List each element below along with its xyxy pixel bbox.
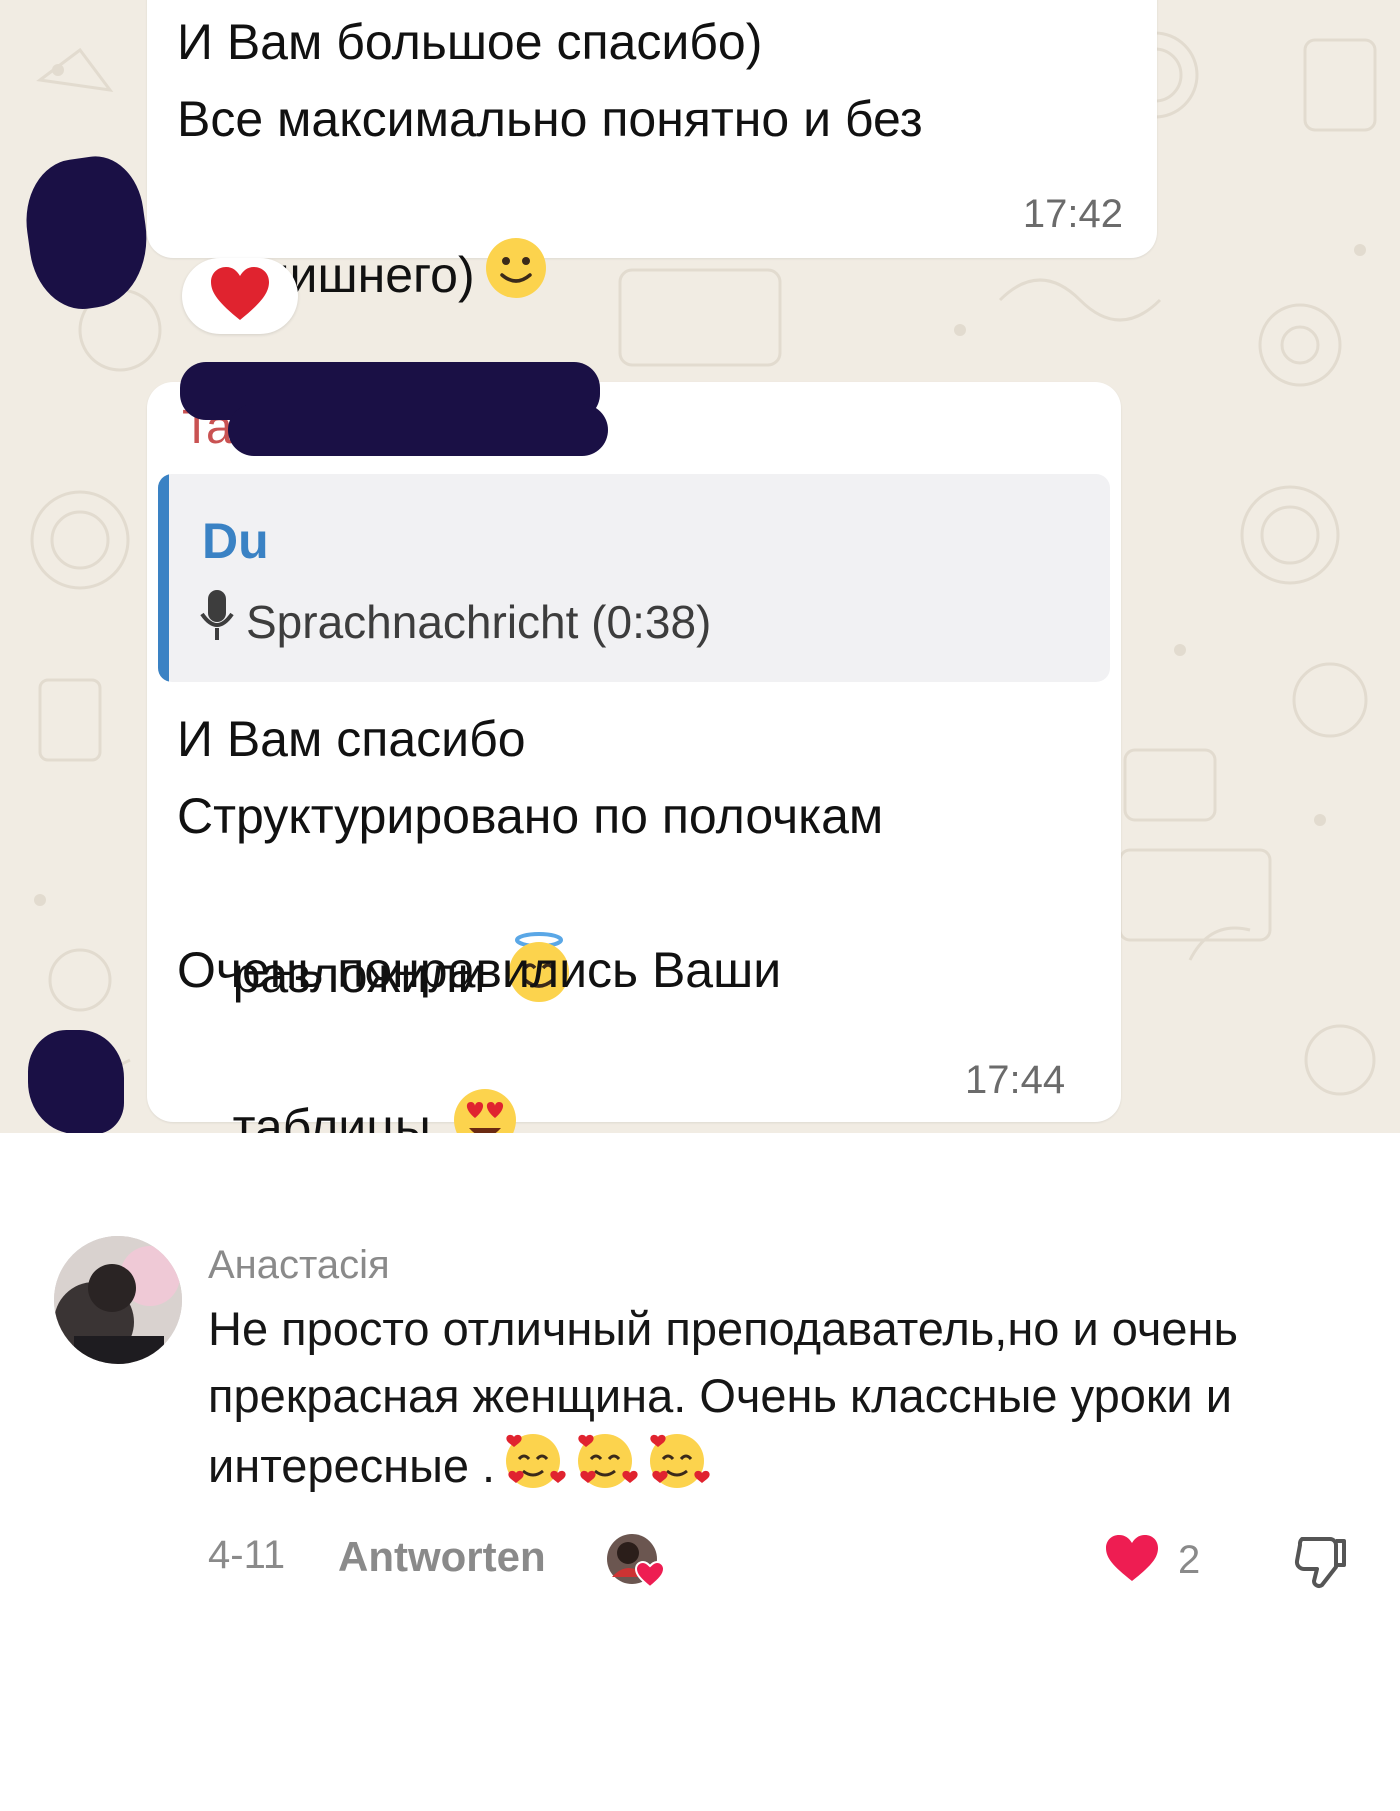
- heart-icon: [1104, 1533, 1160, 1588]
- voice-message-label: Sprachnachricht (0:38): [246, 595, 712, 648]
- message-time: 17:42: [1022, 192, 1123, 236]
- quote-accent-bar: [158, 474, 169, 682]
- like-count: 2: [1178, 1538, 1201, 1582]
- slightly-smiling-face-icon: [483, 235, 549, 323]
- microphone-icon: [198, 588, 236, 655]
- message-text-line: И Вам большое спасибо): [177, 14, 763, 70]
- message-text-line: Структурировано по полочкам: [177, 788, 884, 844]
- comment-item: Анастасія Не просто отличный преподавате…: [0, 1133, 1400, 1811]
- reply-button[interactable]: Antworten: [338, 1533, 546, 1581]
- message-text-fragment: таблицы: [232, 1099, 431, 1133]
- redacted-sender-name: [228, 404, 608, 456]
- quoted-sender: Du: [202, 513, 269, 569]
- comment-text: Не просто отличный преподаватель,но и оч…: [208, 1295, 1328, 1510]
- avatar[interactable]: [54, 1236, 182, 1364]
- heart-icon: [209, 265, 271, 328]
- dislike-button[interactable]: [1292, 1533, 1350, 1591]
- comment-text-body: Не просто отличный преподаватель,но и оч…: [208, 1302, 1238, 1492]
- message-time: 17:44: [965, 1058, 1066, 1102]
- thumbs-down-icon: [1292, 1537, 1350, 1595]
- creator-liked-avatar: [606, 1533, 666, 1589]
- message-reaction[interactable]: [182, 258, 298, 334]
- like-button[interactable]: 2: [1104, 1533, 1200, 1588]
- message-text-line: Очень понравились Ваши: [177, 942, 782, 998]
- chat-screenshot: И Вам большое спасибо) Все максимально п…: [0, 0, 1400, 1133]
- message-text-line: Все максимально понятно и без: [177, 91, 923, 147]
- smiling-face-with-hearts-icon: [501, 1429, 711, 1510]
- comment-author[interactable]: Анастасія: [208, 1243, 390, 1288]
- quoted-message: Sprachnachricht (0:38): [198, 588, 711, 655]
- smiling-face-with-heart-eyes-icon: [451, 1086, 519, 1133]
- comment-date: 4-11: [208, 1533, 286, 1577]
- incoming-message-bubble[interactable]: И Вам большое спасибо) Все максимально п…: [147, 0, 1157, 303]
- message-text-line: таблицы: [177, 1009, 519, 1133]
- quoted-reply[interactable]: Du Sprachnachricht (0:38): [158, 474, 1110, 682]
- message-text-line: И Вам спасибо: [177, 711, 526, 767]
- redacted-avatar: [28, 1030, 124, 1133]
